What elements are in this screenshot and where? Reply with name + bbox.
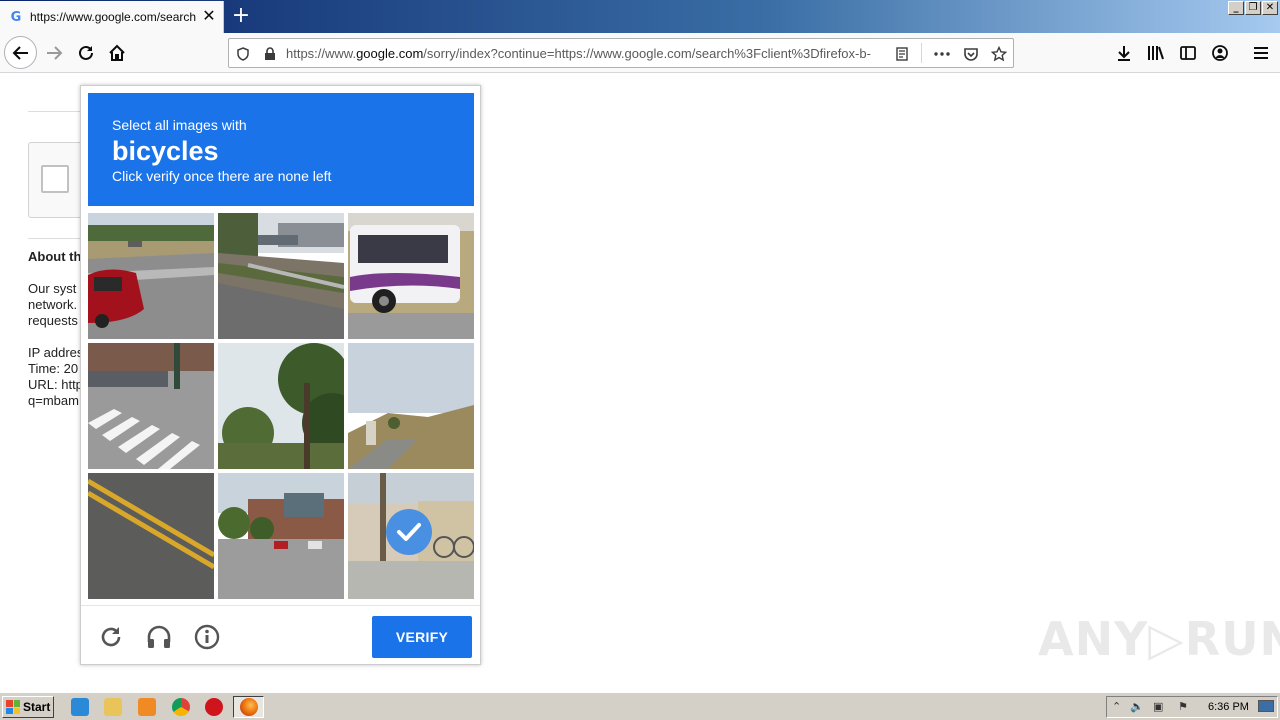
opera-icon[interactable] xyxy=(205,698,223,716)
reload-icon xyxy=(101,627,121,647)
account-icon xyxy=(1212,45,1228,61)
reader-view-icon[interactable] xyxy=(893,45,911,63)
google-favicon-icon: G xyxy=(10,9,22,25)
recaptcha-anchor xyxy=(28,142,88,218)
library-button[interactable] xyxy=(1140,37,1172,69)
tab-strip: G https://www.google.com/search?c ✕ + _ … xyxy=(0,0,1280,33)
back-button[interactable] xyxy=(4,36,37,69)
verify-button[interactable]: VERIFY xyxy=(372,616,472,658)
firefox-task-button[interactable] xyxy=(233,696,264,718)
download-icon xyxy=(1118,46,1130,61)
back-icon xyxy=(12,45,28,60)
explorer-icon[interactable] xyxy=(104,698,122,716)
reload-button[interactable] xyxy=(70,37,102,69)
clock: 6:36 PM xyxy=(1208,701,1249,713)
image-tile-6[interactable] xyxy=(348,343,474,469)
sidebar-icon xyxy=(1180,46,1196,60)
show-desktop-icon[interactable] xyxy=(1258,700,1274,712)
body-text-line: q=mbam xyxy=(28,393,79,408)
new-tab-button[interactable]: + xyxy=(229,4,253,28)
page-divider xyxy=(28,238,88,239)
home-button[interactable] xyxy=(101,37,133,69)
taskbar: Start ⌃ 🔈 ▣ ⚑ 6:36 PM xyxy=(0,692,1280,720)
minimize-button[interactable]: _ xyxy=(1228,1,1244,15)
instruction-text: Select all images with xyxy=(112,117,247,133)
lock-icon[interactable] xyxy=(261,45,279,63)
url-bar[interactable]: https://www.google.com/sorry/index?conti… xyxy=(228,38,1014,68)
forward-icon xyxy=(47,46,63,60)
about-heading: About th xyxy=(28,249,82,264)
tab-close-icon[interactable]: ✕ xyxy=(201,9,217,25)
tab-title: https://www.google.com/search?c xyxy=(30,10,196,24)
help-button[interactable] xyxy=(193,623,221,651)
screen: G https://www.google.com/search?c ✕ + _ … xyxy=(0,0,1280,720)
body-text-line: requests xyxy=(28,313,78,328)
tray-expand-icon[interactable]: ⌃ xyxy=(1112,700,1121,713)
start-label: Start xyxy=(23,700,51,714)
home-icon xyxy=(109,44,125,61)
network-icon[interactable]: ▣ xyxy=(1153,700,1163,713)
image-tile-8[interactable] xyxy=(218,473,344,599)
sidebar-button[interactable] xyxy=(1172,37,1204,69)
image-tile-3[interactable] xyxy=(348,213,474,339)
image-tile-1[interactable] xyxy=(88,213,214,339)
image-tile-7[interactable] xyxy=(88,473,214,599)
reload-icon xyxy=(79,45,93,60)
selected-check-icon xyxy=(386,509,432,555)
image-tile-5[interactable] xyxy=(218,343,344,469)
restore-button[interactable]: ❐ xyxy=(1245,1,1261,15)
library-icon xyxy=(1148,46,1164,60)
page-divider xyxy=(28,111,88,112)
browser-tab[interactable]: G https://www.google.com/search?c ✕ xyxy=(0,1,224,33)
url-separator xyxy=(921,43,922,63)
image-tile-4[interactable] xyxy=(88,343,214,469)
downloads-button[interactable] xyxy=(1108,37,1140,69)
challenge-keyword: bicycles xyxy=(112,136,219,166)
account-button[interactable] xyxy=(1204,37,1236,69)
info-icon xyxy=(194,624,220,650)
image-tile-2[interactable] xyxy=(218,213,344,339)
forward-button[interactable] xyxy=(38,37,70,69)
more-icon[interactable] xyxy=(933,45,951,63)
volume-icon[interactable]: 🔈 xyxy=(1130,700,1144,713)
close-window-button[interactable]: ✕ xyxy=(1262,1,1278,15)
body-text-line: IP addres xyxy=(28,345,84,360)
recaptcha-challenge: Select all images with bicycles Click ve… xyxy=(80,85,481,665)
audio-icon xyxy=(147,625,171,648)
shield-icon[interactable] xyxy=(234,45,252,63)
window-controls: _ ❐ ✕ xyxy=(1228,1,1278,15)
challenge-footer: VERIFY xyxy=(81,605,480,665)
body-text-line: network. xyxy=(28,297,78,312)
chrome-icon[interactable] xyxy=(172,698,190,716)
pocket-icon[interactable] xyxy=(962,45,980,63)
star-icon[interactable] xyxy=(990,45,1008,63)
reload-challenge-button[interactable] xyxy=(97,623,125,651)
navigation-toolbar: https://www.google.com/sorry/index?conti… xyxy=(0,33,1280,73)
firefox-icon xyxy=(240,698,258,716)
audio-challenge-button[interactable] xyxy=(145,623,173,651)
start-button[interactable]: Start xyxy=(2,696,54,718)
url-text[interactable]: https://www.google.com/sorry/index?conti… xyxy=(286,46,886,61)
menu-icon xyxy=(1254,47,1268,59)
ie-icon[interactable] xyxy=(71,698,89,716)
anyrun-watermark: ANY▷RUN xyxy=(1038,612,1280,666)
body-text-line: Our syst xyxy=(28,281,77,296)
instruction-subtext: Click verify once there are none left xyxy=(112,168,332,184)
body-text-line: Time: 20 xyxy=(28,361,79,376)
challenge-header: Select all images with bicycles Click ve… xyxy=(88,93,474,206)
media-player-icon[interactable] xyxy=(138,698,156,716)
recaptcha-checkbox[interactable] xyxy=(41,165,69,193)
image-grid xyxy=(88,213,474,599)
flag-icon[interactable]: ⚑ xyxy=(1178,700,1188,713)
windows-logo-icon xyxy=(6,700,20,714)
menu-button[interactable] xyxy=(1245,37,1277,69)
body-text-line: URL: http xyxy=(28,377,83,392)
image-tile-9-selected[interactable] xyxy=(348,473,474,599)
